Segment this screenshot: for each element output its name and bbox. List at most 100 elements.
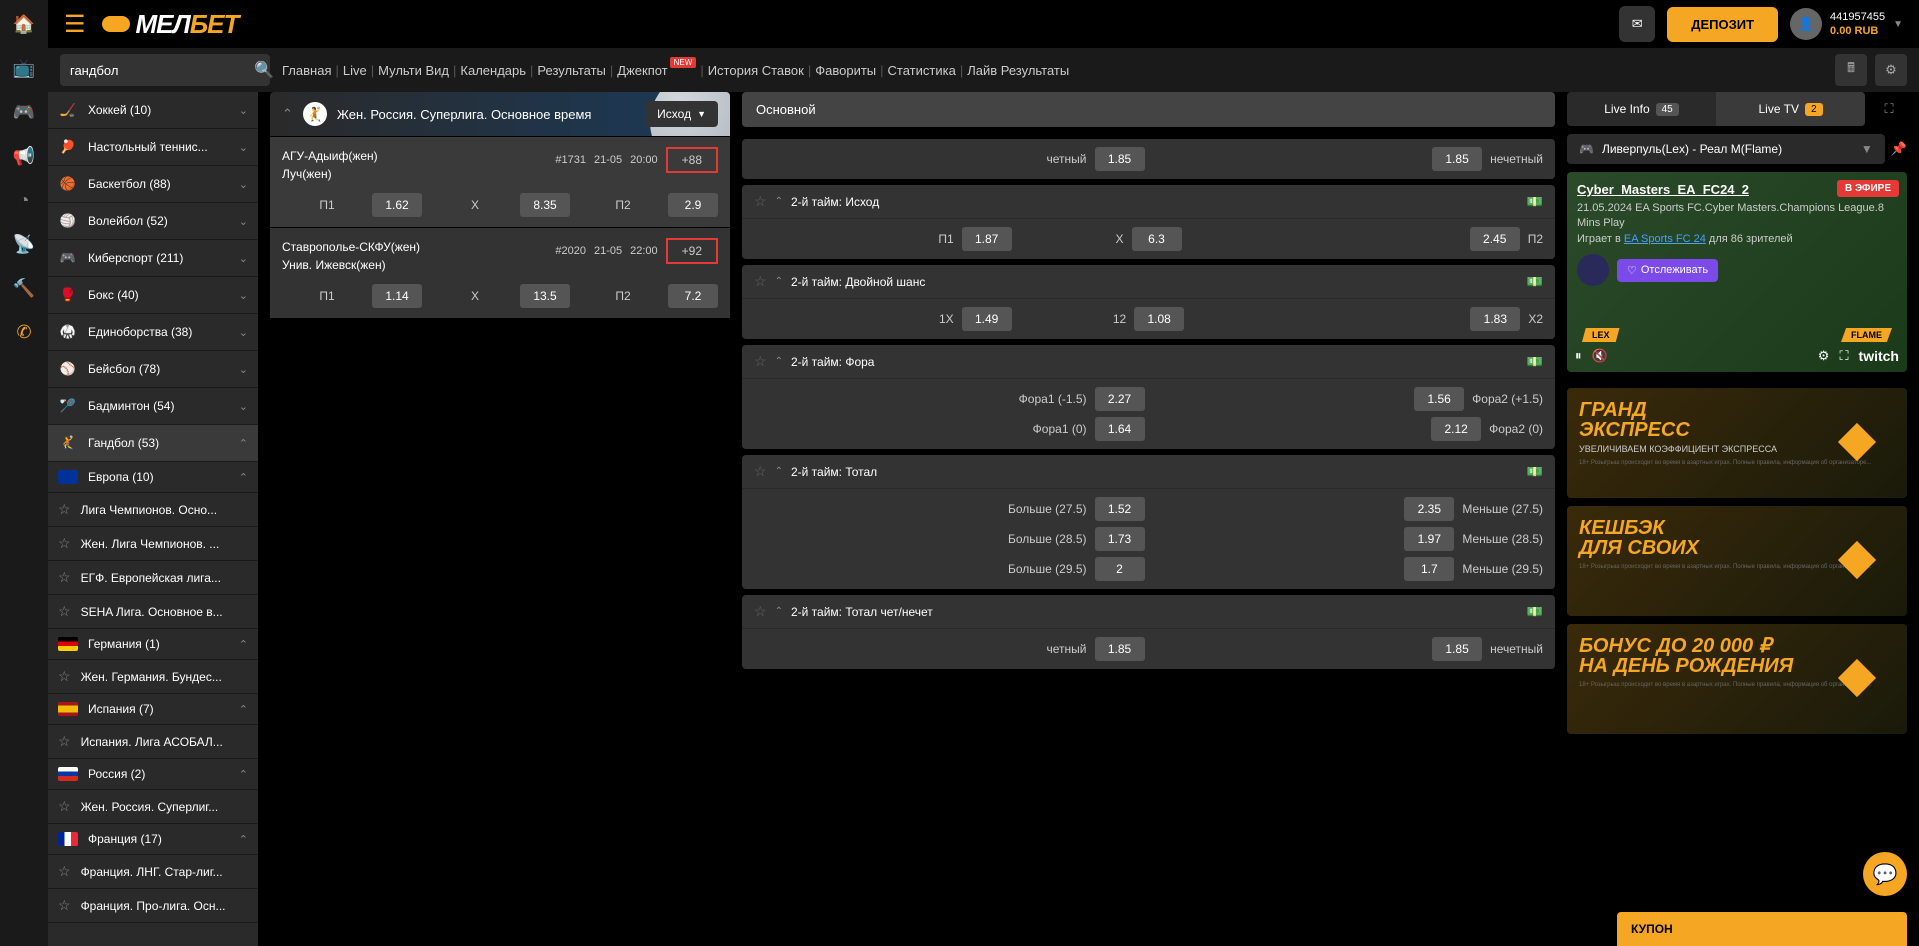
odd-button[interactable]: 1.7 [1404,557,1454,581]
market-header[interactable]: ☆⌃2-й тайм: Двойной шанс💵 [742,265,1555,299]
odd-button[interactable]: 2.35 [1404,497,1454,521]
match-teams[interactable]: АГУ-Адыиф(жен)Луч(жен) [282,147,378,183]
collapse-icon[interactable]: ⌃ [282,106,293,122]
star-icon[interactable]: ☆ [58,733,71,750]
star-icon[interactable]: ☆ [754,193,767,210]
market-icons[interactable]: 💵 [1527,604,1543,620]
nav-calendar[interactable]: Календарь [460,63,526,78]
sidebar-region-item[interactable]: Испания (7)⌃ [48,694,258,725]
sidebar-league-item[interactable]: ☆Жен. Россия. Суперлиг... [48,790,258,824]
nav-stats[interactable]: Статистика [888,63,956,78]
odd-button[interactable]: 1.87 [962,227,1012,251]
market-header[interactable]: ☆⌃2-й тайм: Фора💵 [742,345,1555,379]
user-menu[interactable]: 👤 441957455 0.00 RUB ▼ [1790,8,1903,40]
nav-multi[interactable]: Мульти Вид [378,63,449,78]
odd-button[interactable]: 6.3 [1132,227,1182,251]
nav-jackpot[interactable]: Джекпот [617,63,667,78]
star-icon[interactable]: ☆ [58,501,71,518]
search-input[interactable] [70,63,246,78]
stats-icon[interactable]: ◔ [12,188,36,212]
market-main-tab[interactable]: Основной [742,92,1555,127]
sidebar-sport-item[interactable]: 🤾Гандбол (53)⌃ [48,425,258,462]
odd-button[interactable]: 1.56 [1414,387,1464,411]
odd-button[interactable]: 7.2 [668,284,718,308]
sidebar-sport-item[interactable]: 🥊Бокс (40)⌄ [48,277,258,314]
star-icon[interactable]: ☆ [754,273,767,290]
odd-button[interactable]: 1.52 [1095,497,1145,521]
sidebar-sport-item[interactable]: 🏒Хоккей (10)⌄ [48,92,258,129]
sidebar-league-item[interactable]: ☆Жен. Германия. Бундес... [48,660,258,694]
star-icon[interactable]: ☆ [58,603,71,620]
promo-banner[interactable]: КЕШБЭКДЛЯ СВОИХ18+ Розыгрыш происходит в… [1567,506,1907,616]
market-header[interactable]: ☆⌃2-й тайм: Тотал💵 [742,455,1555,489]
odd-button[interactable]: 2 [1095,557,1145,581]
sidebar-sport-item[interactable]: 🏐Волейбол (52)⌄ [48,203,258,240]
odd-button[interactable]: 1.64 [1095,417,1145,441]
odd-button[interactable]: 1.49 [962,307,1012,331]
sidebar-sport-item[interactable]: ⚾Бейсбол (78)⌄ [48,351,258,388]
odd-button[interactable]: 1.08 [1134,307,1184,331]
odd-button[interactable]: 1.85 [1432,637,1482,661]
market-filter[interactable]: Исход ▼ [645,101,718,127]
sidebar-league-item[interactable]: ☆Франция. ЛНГ. Стар-лиг... [48,855,258,889]
star-icon[interactable]: ☆ [58,535,71,552]
expand-icon[interactable]: ⛶ [1871,92,1907,126]
sidebar-sport-item[interactable]: 🥋Единоборства (38)⌄ [48,314,258,351]
sidebar-league-item[interactable]: ☆Жен. Лига Чемпионов. ... [48,527,258,561]
odd-button[interactable]: 1.73 [1095,527,1145,551]
settings-icon[interactable]: ⚙ [1818,348,1830,364]
settings-button[interactable]: ⚙ [1875,54,1907,86]
sidebar-sport-item[interactable]: 🏸Бадминтон (54)⌄ [48,388,258,425]
star-icon[interactable]: ☆ [754,603,767,620]
stream-select[interactable]: 🎮 Ливерпуль(Lex) - Реал М(Flame) ▼ [1567,134,1885,164]
promo-banner[interactable]: ГРАНДЭКСПРЕССУВЕЛИЧИВАЕМ КОЭФФИЦИЕНТ ЭКС… [1567,388,1907,498]
pin-icon[interactable]: 📌 [1891,141,1907,157]
more-bets-button[interactable]: +92 [666,238,718,264]
star-icon[interactable]: ☆ [58,668,71,685]
odd-button[interactable]: 2.12 [1431,417,1481,441]
market-icons[interactable]: 💵 [1527,194,1543,210]
fullscreen-icon[interactable]: ⛶ [1839,348,1848,364]
odd-button[interactable]: 1.97 [1404,527,1454,551]
odd-button[interactable]: 2.27 [1095,387,1145,411]
market-header[interactable]: ☆⌃2-й тайм: Тотал чет/нечет💵 [742,595,1555,629]
calc-button[interactable]: 🖩 [1835,54,1867,86]
tab-live-tv[interactable]: Live TV 2 [1716,92,1865,126]
menu-icon[interactable]: ☰ [64,10,86,39]
match-teams[interactable]: Ставрополье-СКФУ(жен)Унив. Ижевск(жен) [282,238,420,274]
odd-button[interactable]: 1.14 [372,284,422,308]
sidebar-region-item[interactable]: Франция (17)⌃ [48,824,258,855]
logo[interactable]: МЕЛБЕТ [102,9,239,40]
market-icons[interactable]: 💵 [1527,464,1543,480]
market-icons[interactable]: 💵 [1527,274,1543,290]
sidebar-sport-item[interactable]: 🏀Баскетбол (88)⌄ [48,166,258,203]
search-icon[interactable]: 🔍 [254,60,274,80]
tab-live-info[interactable]: Live Info 45 [1567,92,1716,126]
follow-button[interactable]: ♡ Отслеживать [1617,259,1718,282]
odd-button[interactable]: 1.83 [1470,307,1520,331]
nav-favorites[interactable]: Фавориты [815,63,876,78]
chat-button[interactable]: 💬 [1863,852,1907,896]
social-icon[interactable]: ✆ [12,320,36,344]
sidebar-region-item[interactable]: Германия (1)⌃ [48,629,258,660]
odd-button[interactable]: 1.85 [1432,147,1482,171]
nav-live[interactable]: Live [343,63,367,78]
stream-title-link[interactable]: Cyber_Masters_EA_FC24_2 [1577,182,1749,197]
live-icon[interactable]: 📺 [12,56,36,80]
sidebar-league-item[interactable]: ☆SEHA Лига. Основное в... [48,595,258,629]
nav-main[interactable]: Главная [282,63,331,78]
market-icons[interactable]: 💵 [1527,354,1543,370]
star-icon[interactable]: ☆ [754,463,767,480]
odd-button[interactable]: 2.9 [668,193,718,217]
promo-icon[interactable]: 📢 [12,144,36,168]
sidebar-league-item[interactable]: ☆Испания. Лига АСОБАЛ... [48,725,258,759]
sidebar-league-item[interactable]: ☆ЕГФ. Европейская лига... [48,561,258,595]
odd-button[interactable]: 13.5 [520,284,570,308]
star-icon[interactable]: ☆ [58,798,71,815]
more-bets-button[interactable]: +88 [666,147,718,173]
sidebar-league-item[interactable]: ☆Лига Чемпионов. Осно... [48,493,258,527]
pause-icon[interactable]: ⏸ [1575,348,1582,364]
nav-results[interactable]: Результаты [537,63,605,78]
mail-button[interactable]: ✉ [1619,6,1655,42]
odd-button[interactable]: 2.45 [1470,227,1520,251]
